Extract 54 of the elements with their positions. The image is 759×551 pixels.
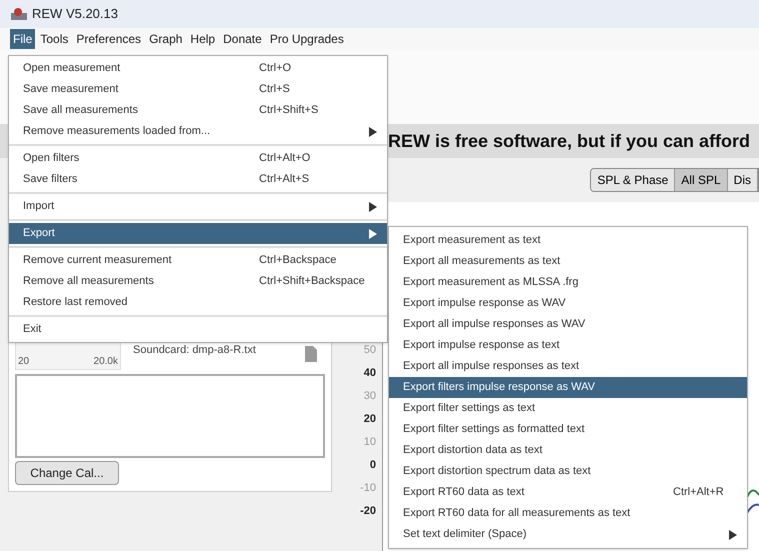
- y-axis-tick: 20: [364, 412, 376, 427]
- menu-title[interactable]: Tools: [37, 29, 72, 49]
- menu-item[interactable]: Restore last removed: [9, 292, 387, 313]
- graph-tab[interactable]: Dis: [728, 169, 758, 191]
- menu-title[interactable]: Preferences: [73, 29, 144, 49]
- menu-item[interactable]: Open filters Ctrl+Alt+O: [9, 148, 387, 169]
- menu-item[interactable]: Remove measurements loaded from...: [9, 121, 387, 142]
- menu-item[interactable]: Export impulse response as text: [389, 335, 747, 356]
- menu-title[interactable]: Help: [187, 29, 218, 49]
- change-cal-button[interactable]: Change Cal...: [15, 461, 119, 485]
- menu-item[interactable]: Export measurement as MLSSA .frg: [389, 272, 747, 293]
- y-axis-tick: 50: [364, 343, 376, 358]
- menu-item[interactable]: Export distortion spectrum data as text: [389, 461, 747, 482]
- window-title: REW V5.20.13: [32, 5, 118, 24]
- menu-item[interactable]: Import: [9, 196, 387, 217]
- menu-item[interactable]: Remove current measurement Ctrl+Backspace: [9, 250, 387, 271]
- menu-item[interactable]: Set text delimiter (Space): [389, 524, 747, 545]
- menu-item[interactable]: Save all measurements Ctrl+Shift+S: [9, 100, 387, 121]
- menu-item[interactable]: Export RT60 data for all measurements as text: [389, 503, 747, 524]
- axis-label: 20: [18, 355, 30, 369]
- menu-title[interactable]: File: [10, 29, 36, 49]
- menu-item[interactable]: Export impulse response as WAV: [389, 293, 747, 314]
- app-icon: [10, 7, 28, 21]
- menu-item[interactable]: Exit: [9, 319, 387, 340]
- axis-label: 20.0k: [94, 355, 118, 369]
- menu-item[interactable]: Export: [9, 223, 387, 244]
- y-axis-tick: 0: [370, 458, 376, 473]
- graph-tab[interactable]: SPL & Phase: [591, 169, 676, 191]
- y-axis-tick: -10: [360, 481, 376, 496]
- menu-title[interactable]: Pro Upgrades: [266, 29, 347, 49]
- menu-item[interactable]: Save measurement Ctrl+S: [9, 79, 387, 100]
- menu-item[interactable]: Export filter settings as formatted text: [389, 419, 747, 440]
- y-axis-tick: -20: [360, 504, 376, 519]
- menu-item[interactable]: Open measurement Ctrl+O: [9, 58, 387, 79]
- menu-item[interactable]: Export measurement as text: [389, 230, 747, 251]
- graph-tab[interactable]: All SPL: [675, 169, 728, 191]
- menu-item[interactable]: Remove all measurements Ctrl+Shift+Backspace: [9, 271, 387, 292]
- menu-item[interactable]: Export filters impulse response as WAV: [389, 377, 747, 398]
- menu-title[interactable]: Graph: [146, 29, 186, 49]
- menu-item[interactable]: Export filter settings as text: [389, 398, 747, 419]
- menu-item[interactable]: Save filters Ctrl+Alt+S: [9, 169, 387, 190]
- banner-text: REW is free software, but if you can afford: [388, 130, 750, 153]
- document-icon: [305, 346, 317, 362]
- calibration-file: Soundcard: dmp-a8-R.txt: [133, 343, 257, 358]
- menu-item[interactable]: Export all impulse responses as text: [389, 356, 747, 377]
- menu-title[interactable]: Donate: [220, 29, 265, 49]
- y-axis-tick: 10: [364, 435, 376, 450]
- menu-item[interactable]: Export distortion data as text: [389, 440, 747, 461]
- y-axis-tick: 40: [364, 366, 376, 381]
- notes-field[interactable]: [15, 374, 325, 458]
- menu-item[interactable]: Export RT60 data as text Ctrl+Alt+R: [389, 482, 747, 503]
- menu-item[interactable]: Export all measurements as text: [389, 251, 747, 272]
- menu-item[interactable]: Export all impulse responses as WAV: [389, 314, 747, 335]
- y-axis-tick: 30: [364, 389, 376, 404]
